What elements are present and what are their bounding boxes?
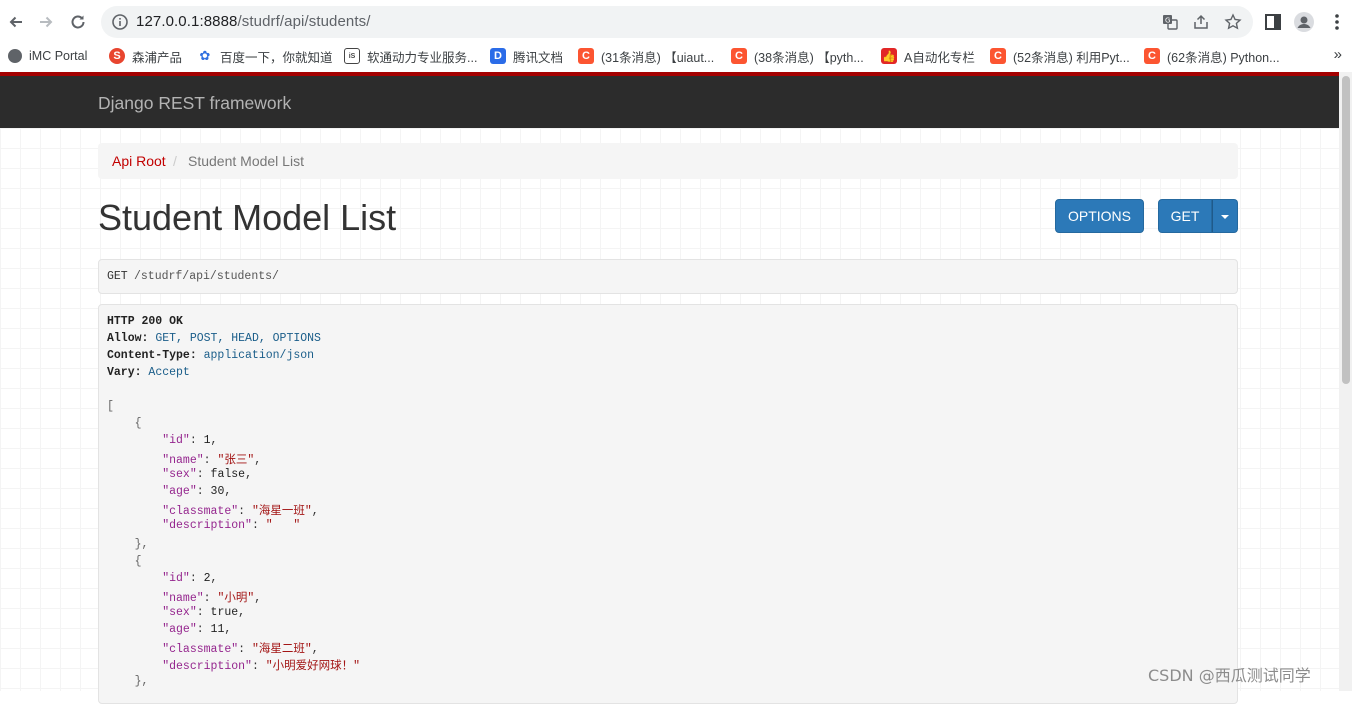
breadcrumb-current: Student Model List — [188, 153, 304, 169]
bookmark-label: (52条消息) 利用Pyt... — [1013, 50, 1130, 65]
response-status: HTTP 200 OK — [107, 315, 183, 328]
json-record-close: }, — [107, 538, 149, 551]
url-host: 127.0.0.1:8888 — [136, 13, 238, 30]
bookmark-item[interactable]: S 森浦产品 — [109, 46, 182, 66]
breadcrumb-api-root[interactable]: Api Root — [112, 153, 166, 169]
request-method: GET — [107, 270, 128, 283]
bookmark-label: 软通动力专业服务... — [367, 50, 478, 65]
json-field: "name": "张三", — [162, 454, 262, 467]
thumbs-up-icon: 👍 — [881, 48, 897, 64]
json-field: "id": 1, — [162, 434, 218, 447]
bookmark-label: 腾讯文档 — [513, 50, 564, 65]
forward-button[interactable] — [32, 8, 60, 36]
breadcrumb: Api Root / Student Model List — [98, 143, 1238, 179]
breadcrumb-separator: / — [173, 153, 177, 169]
json-field: "classmate": "海星一班", — [162, 505, 319, 518]
csdn-icon: C — [731, 48, 747, 64]
drf-navbar: Django REST framework — [0, 76, 1339, 128]
bookmark-item[interactable]: iMC Portal — [8, 46, 87, 66]
bookmark-label: iMC Portal — [29, 49, 88, 63]
json-record-open: { — [107, 417, 142, 430]
browser-toolbar: 127.0.0.1:8888/studrf/api/students/ G — [0, 0, 1352, 44]
bookmark-label: (62条消息) Python... — [1167, 50, 1280, 65]
info-icon[interactable] — [111, 13, 129, 31]
get-button[interactable]: GET — [1158, 199, 1212, 233]
star-icon[interactable] — [1224, 13, 1242, 31]
response-header: Vary: Accept — [107, 366, 190, 379]
share-icon[interactable] — [1192, 13, 1210, 31]
json-field: "description": " " — [162, 519, 301, 532]
bookmark-item[interactable]: D 腾讯文档 — [490, 46, 563, 66]
globe-icon — [8, 49, 22, 63]
address-bar[interactable]: 127.0.0.1:8888/studrf/api/students/ G — [101, 6, 1253, 38]
bookmarks-bar: iMC Portal S 森浦产品 ✿ 百度一下，你就知道 iS 软通动力专业服… — [0, 44, 1352, 72]
side-panel-icon[interactable] — [1263, 12, 1283, 32]
json-field: "classmate": "海星二班", — [162, 643, 319, 656]
json-record-open: { — [107, 555, 142, 568]
request-info: GET /studrf/api/students/ — [98, 259, 1238, 294]
response-header: Content-Type: application/json — [107, 349, 315, 362]
response-header: Allow: GET, POST, HEAD, OPTIONS — [107, 332, 321, 345]
sumscope-icon: S — [109, 48, 125, 64]
arrow-left-icon — [9, 16, 22, 28]
svg-text:G: G — [1165, 17, 1170, 25]
bookmark-label: 森浦产品 — [132, 50, 183, 65]
bookmark-item[interactable]: C (52条消息) 利用Pyt... — [990, 46, 1130, 66]
response-info: HTTP 200 OK Allow: GET, POST, HEAD, OPTI… — [98, 304, 1238, 704]
watermark-text: CSDN @西瓜测试同学 — [1148, 666, 1311, 685]
json-field: "sex": true, — [162, 606, 246, 619]
bookmark-item[interactable]: C (31条消息) 【uiaut... — [578, 46, 714, 66]
status-text: HTTP 200 OK — [107, 315, 183, 328]
json-field: "name": "小明", — [162, 592, 262, 605]
translate-icon[interactable]: G — [1161, 13, 1179, 31]
get-button-group: GET — [1158, 199, 1238, 233]
more-menu-icon[interactable] — [1327, 12, 1347, 32]
json-field: "age": 30, — [162, 485, 232, 498]
json-record-close: }, — [107, 675, 149, 688]
json-field: "age": 11, — [162, 623, 232, 636]
request-path: /studrf/api/students/ — [134, 270, 279, 283]
options-button[interactable]: OPTIONS — [1055, 199, 1144, 233]
url-path: /studrf/api/students/ — [237, 13, 371, 30]
back-button[interactable] — [2, 8, 30, 36]
bookmark-item[interactable]: 👍 A自动化专栏 — [881, 46, 975, 66]
json-field: "sex": false, — [162, 468, 252, 481]
csdn-icon: C — [990, 48, 1006, 64]
csdn-icon: C — [578, 48, 594, 64]
baidu-paw-icon: ✿ — [199, 48, 211, 63]
json-field: "description": "小明爱好网球！" — [162, 660, 361, 673]
profile-avatar-icon[interactable] — [1294, 12, 1314, 32]
bookmark-label: 百度一下，你就知道 — [220, 50, 333, 65]
bookmark-item[interactable]: C (38条消息) 【pyth... — [731, 46, 864, 66]
reload-button[interactable] — [64, 8, 92, 36]
json-open-bracket: [ — [107, 400, 114, 413]
reload-icon — [71, 15, 85, 29]
get-format-dropdown[interactable] — [1212, 199, 1238, 233]
bookmarks-overflow-button[interactable]: » — [1334, 46, 1342, 63]
tencent-docs-icon: D — [490, 48, 506, 64]
bookmark-label: (31条消息) 【uiaut... — [601, 50, 715, 65]
brand-link[interactable]: Django REST framework — [98, 93, 291, 114]
page-title: Student Model List — [98, 197, 397, 238]
bookmark-item[interactable]: ✿ 百度一下，你就知道 — [197, 46, 333, 66]
json-field: "id": 2, — [162, 572, 218, 585]
scrollbar-thumb[interactable] — [1342, 76, 1350, 384]
bookmark-item[interactable]: iS 软通动力专业服务... — [344, 46, 477, 66]
bookmark-label: A自动化专栏 — [904, 50, 975, 65]
bookmark-item[interactable]: C (62条消息) Python... — [1144, 46, 1280, 66]
csdn-icon: C — [1144, 48, 1160, 64]
isoftstone-icon: iS — [344, 48, 360, 64]
arrow-right-icon — [40, 16, 53, 28]
url-text[interactable]: 127.0.0.1:8888/studrf/api/students/ — [136, 13, 371, 30]
bookmark-label: (38条消息) 【pyth... — [754, 50, 864, 65]
caret-down-icon — [1221, 215, 1229, 219]
